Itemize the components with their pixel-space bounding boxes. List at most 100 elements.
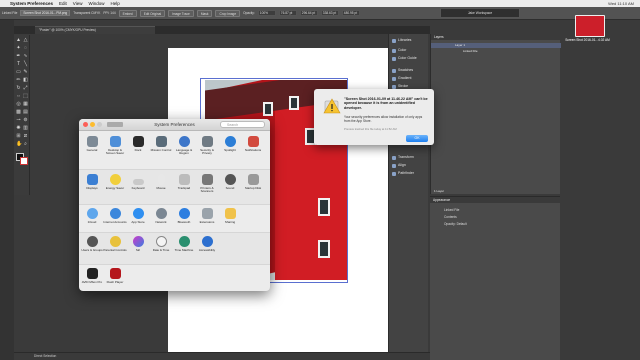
pref-trackpad[interactable]: Trackpad [172, 174, 196, 190]
pref-parental-controls[interactable]: Parental Controls [103, 236, 127, 252]
eyedropper-icon[interactable]: ⊸ [16, 118, 21, 123]
pref-desktop[interactable]: Desktop & Screen Saver [103, 136, 127, 156]
pref-app-store[interactable]: App Store [126, 208, 150, 224]
pref-spotlight[interactable]: Spotlight [218, 136, 242, 152]
hand-tool-icon[interactable]: ✋ [16, 142, 22, 147]
w-input[interactable]: 338.63 pt [320, 10, 339, 16]
scale-tool-icon[interactable]: ⤢ [23, 86, 28, 91]
pref-printers[interactable]: Printers & Scanners [195, 174, 219, 194]
appearance-opacity[interactable]: Opacity: Default [444, 222, 467, 226]
pref-sound[interactable]: Sound [218, 174, 242, 190]
appearance-contents[interactable]: Contents [444, 215, 457, 219]
x-input[interactable]: 76.87 pt [278, 10, 297, 16]
type-tool-icon[interactable]: T [16, 62, 21, 67]
shape-builder-icon[interactable]: ◎ [16, 102, 21, 107]
pref-mouse[interactable]: Mouse [149, 174, 173, 190]
gradient-tool-icon[interactable]: ▤ [23, 110, 28, 115]
warning-icon [323, 98, 341, 114]
curvature-tool-icon[interactable]: ∿ [23, 54, 28, 59]
pref-network[interactable]: Network [149, 208, 173, 224]
h-input[interactable]: 480.95 pt [341, 10, 360, 16]
appearance-header[interactable]: Appearance [430, 197, 560, 203]
pref-time-machine[interactable]: Time Machine [172, 236, 196, 252]
layer-row[interactable]: Layer 1 [431, 43, 561, 48]
selection-tool-icon[interactable]: ▲ [16, 38, 21, 43]
panel-align[interactable]: Align [392, 162, 406, 169]
pref-siri[interactable]: Siri [126, 236, 150, 252]
pref-extensions[interactable]: Extensions [195, 208, 219, 224]
appearance-object[interactable]: Linked File [444, 208, 459, 212]
pref-security[interactable]: Security & Privacy [195, 136, 219, 156]
embed-button[interactable]: Embed [118, 9, 137, 17]
crop-image-button[interactable]: Crop Image [215, 9, 241, 17]
mesh-tool-icon[interactable]: ▩ [16, 110, 21, 115]
lasso-icon[interactable]: ◌ [23, 46, 28, 51]
panel-libraries[interactable]: Libraries [392, 37, 411, 44]
paintbrush-icon[interactable]: ✎ [23, 70, 28, 75]
pencil-tool-icon[interactable]: ✏ [16, 78, 21, 83]
stroke-swatch[interactable] [20, 157, 28, 165]
desktop-file-icon[interactable] [575, 15, 605, 37]
symbol-sprayer-icon[interactable]: ✺ [16, 126, 21, 131]
pref-general[interactable]: General [80, 136, 104, 152]
filename-field[interactable]: Screen Shot 2016-01...PM.png [20, 10, 71, 16]
pref-mission-control[interactable]: Mission Control [149, 136, 173, 152]
ok-button[interactable]: OK [406, 135, 428, 142]
layer-row[interactable]: Linked File [431, 49, 561, 54]
rectangle-tool-icon[interactable]: ▭ [16, 70, 21, 75]
menu-app-name[interactable]: System Preferences [10, 0, 53, 7]
workspace-switcher[interactable]: Jake Workspace [440, 8, 520, 18]
line-tool-icon[interactable]: ╲ [23, 62, 28, 67]
pref-displays[interactable]: Displays [80, 174, 104, 190]
security-icon [201, 136, 213, 147]
panel-transform[interactable]: Transform [392, 154, 414, 161]
edit-original-button[interactable]: Edit Original [139, 9, 166, 17]
mask-button[interactable]: Mask [196, 9, 213, 17]
artboard-tool-icon[interactable]: ⊞ [16, 134, 21, 139]
desktop-file-label[interactable]: Screen Shot 2016-01...4.02 AM [565, 38, 610, 42]
panel-pathfinder[interactable]: Pathfinder [392, 170, 414, 177]
sysprefs-search-input[interactable]: Search [220, 121, 265, 128]
sysprefs-titlebar[interactable]: System Preferences Search [79, 119, 270, 131]
magic-wand-icon[interactable]: ✦ [16, 46, 21, 51]
menu-window[interactable]: Window [88, 0, 104, 7]
pref-bluetooth[interactable]: Bluetooth [172, 208, 196, 224]
pref-date-time[interactable]: Date & Time [149, 236, 173, 252]
layers-header[interactable]: Layers [431, 34, 561, 40]
pref-keyboard[interactable]: Keyboard [126, 174, 150, 190]
slice-tool-icon[interactable]: ⧄ [23, 134, 28, 139]
pref-accessibility[interactable]: Accessibility [195, 236, 219, 252]
document-tab[interactable]: "Poster" @ 100% (CMYK/GPU Preview) [35, 26, 155, 34]
image-trace-button[interactable]: Image Trace [168, 9, 194, 17]
panel-color-guide[interactable]: Color Guide [392, 55, 417, 62]
panel-swatches[interactable]: Swatches [392, 67, 413, 74]
width-tool-icon[interactable]: ⇔ [16, 94, 21, 99]
opacity-input[interactable]: 100% [257, 10, 276, 16]
pref-notifications[interactable]: Notifications [241, 136, 265, 152]
panel-gradient[interactable]: Gradient [392, 75, 411, 82]
pref-energy[interactable]: Energy Saver [103, 174, 127, 190]
rotate-tool-icon[interactable]: ↻ [16, 86, 21, 91]
y-input[interactable]: 296.64 pt [299, 10, 318, 16]
menu-view[interactable]: View [73, 0, 83, 7]
blend-tool-icon[interactable]: ⊚ [23, 118, 28, 123]
perspective-grid-icon[interactable]: ▦ [23, 102, 28, 107]
pref-internet-accounts[interactable]: Internet Accounts [103, 208, 127, 224]
pref-sharing[interactable]: Sharing [218, 208, 242, 224]
pref-users-groups[interactable]: Users & Groups [80, 236, 104, 252]
pref-startup-disk[interactable]: Startup Disk [241, 174, 265, 190]
direct-selection-tool-icon[interactable]: △ [23, 38, 28, 43]
pref-flash-player[interactable]: Flash Player [103, 268, 127, 284]
zoom-tool-icon[interactable]: ⌕ [23, 142, 28, 147]
free-transform-icon[interactable]: ⬚ [23, 94, 28, 99]
pref-dock[interactable]: Dock [126, 136, 150, 152]
menu-edit[interactable]: Edit [59, 0, 67, 7]
pref-icloud[interactable]: iCloud [80, 208, 104, 224]
graph-tool-icon[interactable]: ▥ [23, 126, 28, 131]
eraser-tool-icon[interactable]: ◧ [23, 78, 28, 83]
menu-help[interactable]: Help [111, 0, 120, 7]
pref-avid-mbox[interactable]: AVID Mbox Pro [80, 268, 104, 284]
pen-tool-icon[interactable]: ✒ [16, 54, 21, 59]
panel-color[interactable]: Color [392, 47, 406, 54]
pref-language[interactable]: Language & Region [172, 136, 196, 156]
